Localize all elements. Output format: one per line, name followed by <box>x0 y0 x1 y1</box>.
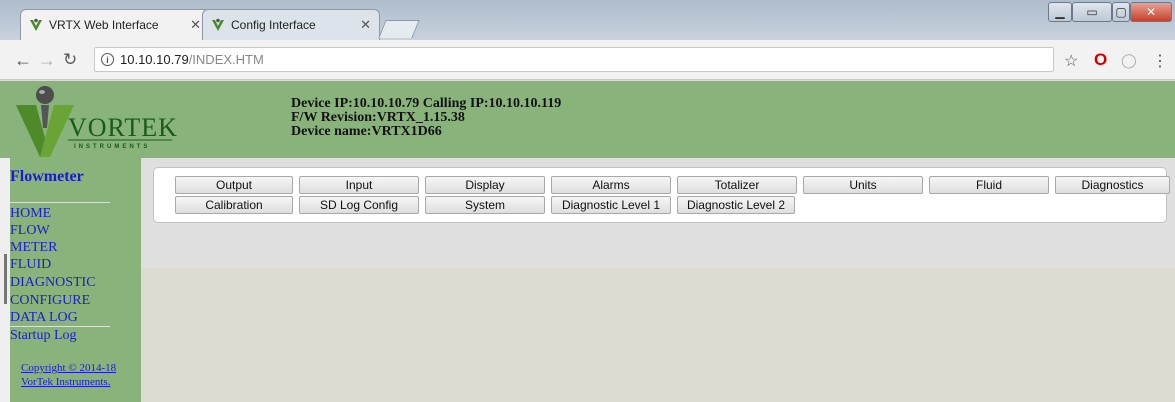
diagnostic-level-1-button[interactable]: Diagnostic Level 1 <box>551 196 671 214</box>
device-name-line: Device name:VRTX1D66 <box>291 124 442 139</box>
sidebar-item-startup-log[interactable]: Startup Log <box>10 328 77 344</box>
sidebar-item-fluid[interactable]: FLUID <box>10 257 51 273</box>
logo-text: VORTEK <box>68 113 178 142</box>
diagnostic-level-2-button[interactable]: Diagnostic Level 2 <box>677 196 795 214</box>
sidebar-title: Flowmeter <box>10 168 84 185</box>
tab-title: VRTX Web Interface <box>49 18 159 32</box>
tab-title: Config Interface <box>231 18 316 32</box>
copyright[interactable]: Copyright © 2014-18 VorTek Instruments. <box>21 361 116 389</box>
vortek-logo: VORTEK INSTRUMENTS <box>16 86 178 157</box>
device-info: Device IP:10.10.10.79 Calling IP:10.10.1… <box>291 97 561 139</box>
totalizer-button[interactable]: Totalizer <box>677 176 797 194</box>
address-bar[interactable]: i 10.10.10.79/INDEX.HTM <box>94 47 1054 72</box>
device-ip-line: Device IP:10.10.10.79 Calling IP:10.10.1… <box>291 96 562 111</box>
firmware-line: F/W Revision:VRTX_1.15.38 <box>291 110 465 125</box>
sidebar-item-meter[interactable]: METER <box>10 240 57 256</box>
sidebar-item-home[interactable]: HOME <box>10 206 51 222</box>
sidebar-item-configure[interactable]: CONFIGURE <box>10 293 90 309</box>
new-tab-button[interactable] <box>378 20 420 38</box>
input-button[interactable]: Input <box>299 176 419 194</box>
maximize-button[interactable]: ▢ <box>1112 2 1130 22</box>
nav-divider <box>10 202 110 203</box>
url-host: 10.10.10.79 <box>120 52 189 67</box>
nav-divider <box>10 326 110 327</box>
window-close-button[interactable]: ✕ <box>1130 2 1172 22</box>
menu-kebab-icon[interactable]: ⋮ <box>1152 51 1168 71</box>
restore-button[interactable]: ▭ <box>1072 2 1112 22</box>
config-menu: Output Input Display Alarms Totalizer Un… <box>153 167 1170 223</box>
diagnostics-button[interactable]: Diagnostics <box>1055 176 1170 194</box>
display-button[interactable]: Display <box>425 176 545 194</box>
units-button[interactable]: Units <box>803 176 923 194</box>
output-button[interactable]: Output <box>175 176 293 194</box>
sidebar: Flowmeter HOME FLOW METER FLUID DIAGNOST… <box>10 158 141 402</box>
copyright-line: VorTek Instruments. <box>21 376 111 388</box>
copyright-line: Copyright © 2014-18 <box>21 362 117 374</box>
vortek-favicon-icon <box>212 18 224 31</box>
back-arrow-icon[interactable]: ← <box>14 50 32 70</box>
reload-icon[interactable]: ↻ <box>63 50 77 70</box>
vortek-favicon-icon <box>30 18 42 31</box>
tab-config-interface[interactable]: Config Interface ✕ <box>202 9 380 40</box>
scrollbar-thumb[interactable] <box>4 254 7 304</box>
extension-circle-icon[interactable]: ◯ <box>1121 52 1137 69</box>
calibration-button[interactable]: Calibration <box>175 196 293 214</box>
sd-log-config-button[interactable]: SD Log Config <box>299 196 419 214</box>
main-content: Output Input Display Alarms Totalizer Un… <box>141 158 1175 268</box>
info-icon[interactable]: i <box>101 53 114 66</box>
sidebar-item-diagnostic[interactable]: DIAGNOSTIC <box>10 275 96 291</box>
forward-arrow-icon[interactable]: → <box>38 50 56 70</box>
system-button[interactable]: System <box>425 196 545 214</box>
bookmark-star-icon[interactable]: ☆ <box>1064 51 1078 71</box>
browser-toolbar: ← → ↻ i 10.10.10.79/INDEX.HTM ☆ O ◯ ⋮ <box>0 40 1175 80</box>
close-icon[interactable]: ✕ <box>360 17 371 33</box>
sidebar-item-flow[interactable]: FLOW <box>10 223 50 239</box>
fluid-button[interactable]: Fluid <box>929 176 1049 194</box>
content-background <box>141 268 1175 402</box>
opera-icon[interactable]: O <box>1094 50 1107 70</box>
page-header: VORTEK INSTRUMENTS Device IP:10.10.10.79… <box>0 81 1175 158</box>
close-icon[interactable]: ✕ <box>190 17 201 33</box>
logo-subtext: INSTRUMENTS <box>74 144 150 150</box>
sidebar-item-data-log[interactable]: DATA LOG <box>10 310 78 326</box>
minimize-button[interactable]: ▁ <box>1048 2 1072 22</box>
alarms-button[interactable]: Alarms <box>551 176 671 194</box>
url-path: /INDEX.HTM <box>188 52 264 67</box>
browser-titlebar: VRTX Web Interface ✕ Config Interface ✕ … <box>0 0 1175 40</box>
tab-vrtx-web-interface[interactable]: VRTX Web Interface ✕ <box>20 9 210 40</box>
sidebar-scrollbar[interactable] <box>0 158 10 402</box>
